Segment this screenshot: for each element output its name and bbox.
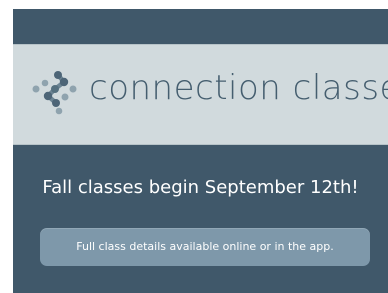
banner-divider-top (13, 44, 388, 45)
brand-name: connection classes (89, 68, 388, 108)
banner-divider-bottom (13, 144, 388, 145)
connected-dots-icon (32, 71, 77, 115)
headline: Fall classes begin September 12th! (42, 177, 359, 198)
announcement-card: connection classes Fall classes begin Se… (13, 9, 388, 293)
class-details-button[interactable]: Full class details available online or i… (40, 228, 370, 266)
